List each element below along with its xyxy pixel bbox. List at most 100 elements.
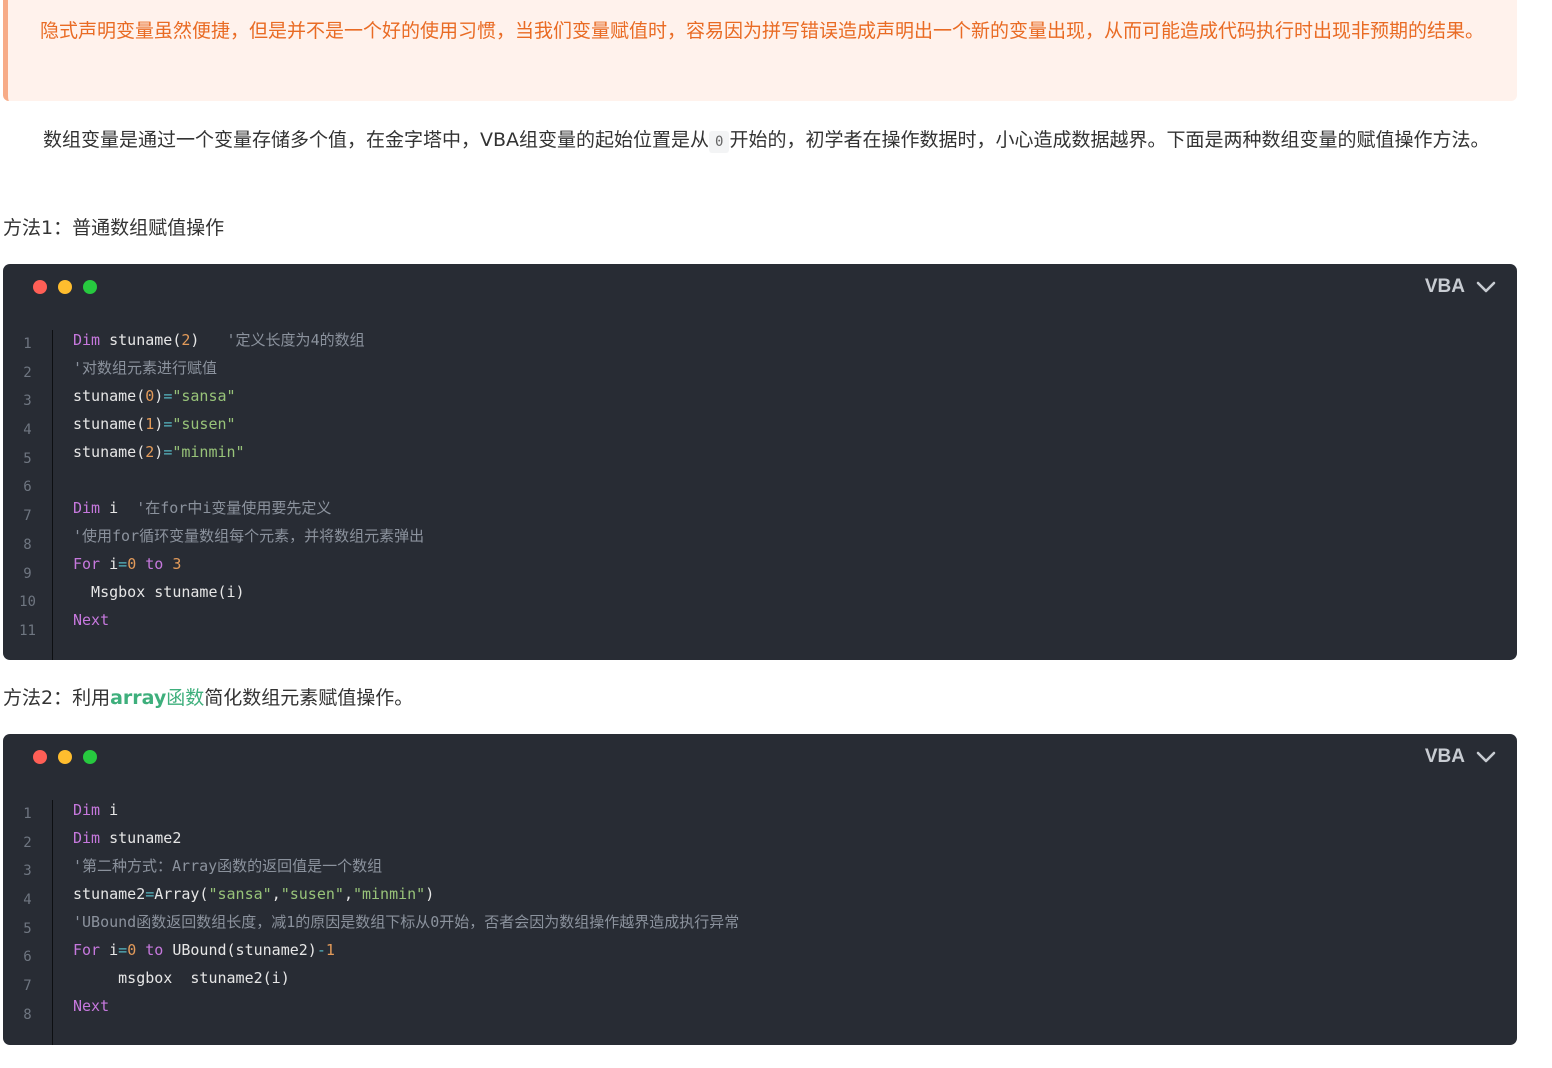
line-number: 9 <box>23 565 32 582</box>
code-token: "minmin" <box>352 885 426 903</box>
code-token: stuname <box>73 415 137 433</box>
code-token: Next <box>73 997 110 1015</box>
intro-paragraph: 数组变量是通过一个变量存储多个值，在金字塔中，VBA组变量的起始位置是从 0 开始的… <box>3 123 1515 159</box>
code-token: i <box>100 941 119 959</box>
array-function-link[interactable]: array <box>110 687 166 709</box>
language-label: VBA <box>1424 276 1465 297</box>
code-token: ) <box>425 885 435 903</box>
method2-text-after: 简化数组元素赋值操作。 <box>204 687 414 709</box>
code-token: '对数组元素进行赋值 <box>73 359 218 377</box>
chevron-down-icon[interactable] <box>1475 746 1497 768</box>
line-number: 4 <box>23 892 32 909</box>
code-token: Dim <box>73 829 101 847</box>
code-line: stuname2=Array("sansa","susen","minmin") <box>73 880 1507 908</box>
code-token: "susen" <box>280 885 344 903</box>
line-number: 2 <box>23 834 32 851</box>
code-line: stuname(1)="susen" <box>73 410 1507 438</box>
language-label: VBA <box>1424 746 1465 767</box>
code-lines: Dim stuname(2) '定义长度为4的数组 '对数组元素进行赋值 stuna… <box>73 326 1507 634</box>
code-token: = <box>118 555 128 573</box>
array-function-link-suffix[interactable]: 函数 <box>166 687 204 709</box>
code-line: '第二种方式：Array函数的返回值是一个数组 <box>73 852 1507 880</box>
code-line: stuname(2)="minmin" <box>73 438 1507 466</box>
notice-text: 隐式声明变量虽然便捷，但是并不是一个好的使用习惯，当我们变量赋值时，容易因为拼写… <box>40 20 1485 42</box>
line-number: 1 <box>23 336 32 352</box>
code-token: 1 <box>145 415 155 433</box>
code-line: Msgbox stuname(i) <box>73 578 1507 606</box>
code-lines: Dim i Dim stuname2 '第二种方式：Array函数的返回值是一个数组… <box>73 796 1507 1020</box>
code-line: For i=0 to UBound(stuname2)-1 <box>73 936 1507 964</box>
code-token: stuname <box>100 331 173 349</box>
code-token: Msgbox stuname(i) <box>73 583 245 601</box>
code-line: '对数组元素进行赋值 <box>73 354 1507 382</box>
line-number: 4 <box>23 422 32 439</box>
code-line: stuname(0)="sansa" <box>73 382 1507 410</box>
line-number: 5 <box>23 450 32 467</box>
code-token: i <box>100 499 137 517</box>
code-token: 0 <box>127 941 137 959</box>
code-block-1: VBA 1 2 3 4 5 6 7 8 9 10 11 Dim stuname(2) '定义长度为4… <box>3 264 1517 660</box>
yellow-dot-icon <box>58 280 72 294</box>
intro-text-before: 数组变量是通过一个变量存储多个值，在金字塔中，VBA组变量的起始位置是从 <box>43 129 710 151</box>
line-number: 6 <box>23 949 32 966</box>
chevron-down-icon[interactable] <box>1475 276 1497 298</box>
intro-text-after: 开始的，初学者在操作数据时，小心造成数据越界。下面是两种数组变量的赋值操作方法。 <box>729 129 1490 151</box>
code-line: For i=0 to 3 <box>73 550 1507 578</box>
code-token: ( <box>136 415 146 433</box>
green-dot-icon <box>83 750 97 764</box>
code-line: Dim i '在for中i变量使用要先定义 <box>73 494 1507 522</box>
code-token: "sansa" <box>208 885 272 903</box>
code-token: ) <box>190 331 227 349</box>
code-token: = <box>163 443 173 461</box>
code-line: Dim i <box>73 796 1507 824</box>
code-token: '在for中i变量使用要先定义 <box>136 499 332 517</box>
code-token: to <box>136 555 173 573</box>
code-token: UBound(stuname2) <box>172 941 317 959</box>
green-dot-icon <box>83 280 97 294</box>
code-token: '第二种方式：Array函数的返回值是一个数组 <box>73 857 383 875</box>
language-toggle[interactable]: VBA <box>1425 276 1497 298</box>
line-number: 7 <box>23 978 32 995</box>
code-token: ) <box>154 443 164 461</box>
code-token: stuname <box>73 387 137 405</box>
code-token: i <box>100 801 119 819</box>
window-dots <box>33 280 97 294</box>
code-token: ) <box>154 387 164 405</box>
yellow-dot-icon <box>58 750 72 764</box>
method2-text-before: 方法2：利用 <box>3 687 111 709</box>
red-dot-icon <box>33 750 47 764</box>
code-token: '定义长度为4的数组 <box>226 331 365 349</box>
line-number: 11 <box>19 622 36 639</box>
line-number: 6 <box>23 479 32 496</box>
code-token: ) <box>154 415 164 433</box>
code-token: '使用for循环变量数组每个元素，并将数组元素弹出 <box>73 527 425 545</box>
code-token: to <box>136 941 173 959</box>
code-token: = <box>163 415 173 433</box>
line-numbers: 1 2 3 4 5 6 7 8 <box>3 800 53 1045</box>
inline-code-zero: 0 <box>709 131 730 153</box>
code-token: 3 <box>172 555 182 573</box>
code-line: Dim stuname2 <box>73 824 1507 852</box>
code-token: ( <box>136 387 146 405</box>
code-token: stuname2 <box>100 829 182 847</box>
code-token: "sansa" <box>172 387 236 405</box>
code-token: Next <box>73 611 110 629</box>
code-token: 2 <box>145 443 155 461</box>
line-number: 8 <box>23 1006 32 1023</box>
code-token: "minmin" <box>172 443 245 461</box>
line-number: 5 <box>23 920 32 937</box>
code-token: 0 <box>127 555 137 573</box>
code-token: stuname2 <box>73 885 146 903</box>
line-number: 7 <box>23 508 32 525</box>
code-token: stuname <box>73 443 137 461</box>
code-line: msgbox stuname2(i) <box>73 964 1507 992</box>
window-dots <box>33 750 97 764</box>
line-number: 3 <box>23 393 32 410</box>
line-number: 8 <box>23 536 32 553</box>
line-numbers: 1 2 3 4 5 6 7 8 9 10 11 <box>3 330 53 660</box>
code-token: Dim <box>73 801 101 819</box>
language-toggle[interactable]: VBA <box>1425 746 1497 768</box>
code-token: Dim <box>73 331 101 349</box>
code-token: Dim <box>73 499 101 517</box>
method2-heading: 方法2：利用array函数简化数组元素赋值操作。 <box>3 681 1515 715</box>
